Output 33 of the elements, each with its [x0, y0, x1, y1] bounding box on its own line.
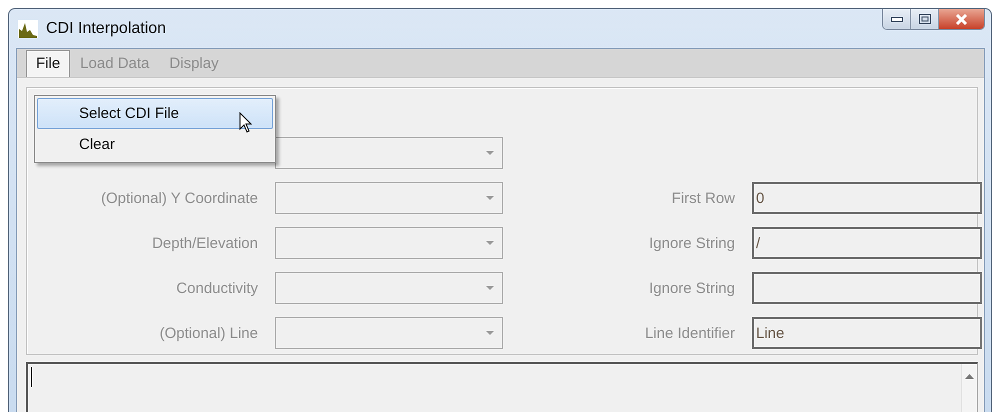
text-field[interactable]: 0: [752, 182, 982, 214]
mouse-pointer-icon: [239, 112, 253, 134]
field-label: Ignore String: [648, 234, 735, 252]
minimize-icon: [890, 16, 902, 22]
menu-item[interactable]: Select CDI File: [37, 98, 273, 129]
maximize-icon: [918, 14, 930, 24]
field-label: Conductivity: [175, 280, 258, 296]
dropdown-arrow-icon: [486, 331, 494, 335]
output-text-area[interactable]: [26, 362, 978, 412]
menu-item[interactable]: File: [26, 50, 70, 77]
close-button[interactable]: [939, 9, 984, 29]
field-label: (Optional) Line: [158, 324, 258, 342]
text-field[interactable]: Line: [752, 317, 982, 349]
menu-item[interactable]: Clear: [37, 129, 273, 160]
scroll-up-icon[interactable]: [965, 374, 974, 379]
window-title: CDI Interpolation: [46, 20, 166, 38]
app-logo-icon: [18, 20, 38, 38]
minimize-button[interactable]: [883, 9, 911, 29]
dropdown-arrow-icon: [486, 151, 494, 155]
field-label: Ignore String: [648, 280, 735, 296]
scrollbar[interactable]: [961, 364, 977, 412]
dropdown-arrow-icon: [486, 241, 494, 245]
field-label: Depth/Elevation: [151, 234, 258, 252]
dropdown-arrow-icon: [486, 196, 494, 200]
maximize-button[interactable]: [911, 9, 939, 29]
field-label: (Optional) Y Coordinate: [100, 190, 258, 206]
text-field[interactable]: [752, 272, 982, 304]
field-label: Line Identifier: [644, 324, 735, 342]
close-icon: [955, 14, 968, 24]
field-label: First Row: [670, 190, 735, 206]
text-field[interactable]: /: [752, 227, 982, 259]
dropdown-arrow-icon: [486, 286, 494, 290]
text-cursor: [31, 367, 32, 387]
